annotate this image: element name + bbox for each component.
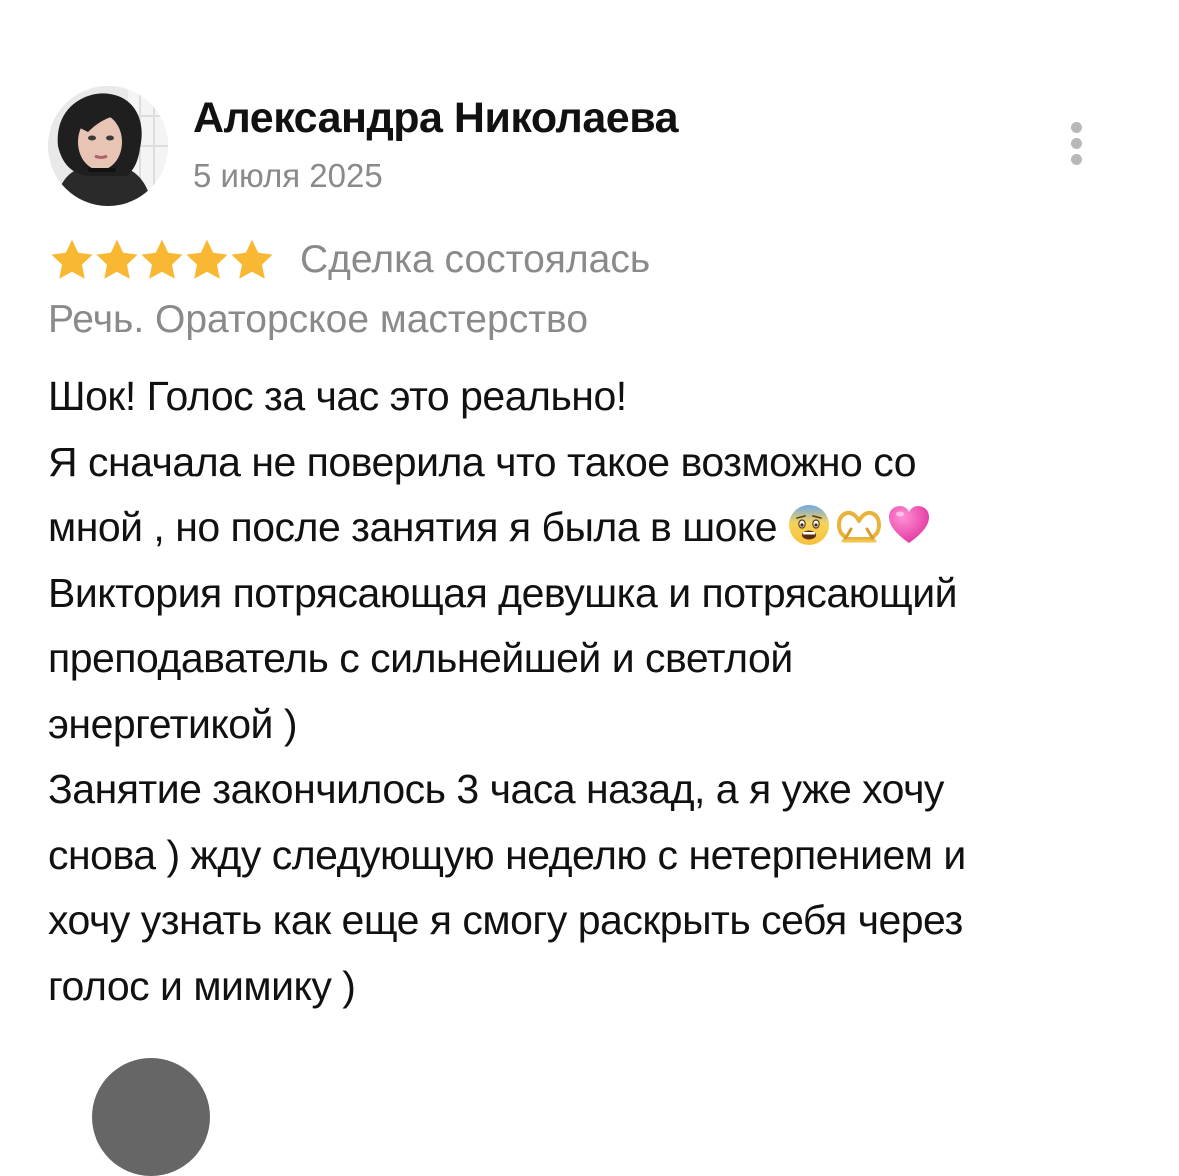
review-text-line: снова ) жду следующую неделю с нетерпени… [48, 831, 966, 878]
review-text-line-with-emoji: мной , но после занятия я была в шоке [48, 495, 1143, 561]
deal-status: Сделка состоялась [300, 238, 651, 281]
star-icon [231, 239, 273, 279]
review-text-line: Занятие закончилось 3 часа назад, а я уж… [48, 766, 944, 812]
star-icon [96, 239, 138, 279]
more-vertical-icon [1071, 122, 1082, 133]
author-name[interactable]: Александра Николаева [193, 94, 678, 143]
fearful-face-emoji-icon [789, 505, 830, 545]
emoji-group [787, 503, 935, 547]
next-review-avatar[interactable] [92, 1058, 210, 1176]
heart-hands-emoji-icon [837, 510, 882, 543]
star-rating [48, 236, 273, 284]
star-icon [186, 239, 228, 279]
review-text-line: голос и мимику ) [48, 962, 356, 1009]
review-text-line: преподаватель с сильнейшей и светлой [48, 635, 793, 681]
review-text-line: Виктория потрясающая девушка и потрясающ… [48, 569, 958, 616]
star-icon [141, 239, 183, 279]
star-icon [51, 239, 93, 279]
more-options-button[interactable] [1058, 116, 1098, 170]
review-text: Шок! Голос за час это реально! Я сначала… [48, 364, 1143, 1019]
user-avatar-photo-icon [48, 86, 168, 206]
review-card: Александра Николаева 5 июля 2025 Сделка … [0, 0, 1179, 1176]
author-avatar[interactable] [48, 86, 168, 206]
review-text-line: Шок! Голос за час это реально! [48, 373, 627, 419]
review-text-line: мной , но после занятия я была в шоке [48, 504, 778, 550]
review-date: 5 июля 2025 [193, 157, 383, 194]
rating-row: Сделка состоялась [48, 234, 650, 286]
review-text-line: Я сначала не поверила что такое возможно… [48, 438, 917, 485]
pink-heart-emoji-icon [889, 506, 930, 543]
review-text-line: энергетикой ) [48, 700, 298, 747]
review-text-line: хочу узнать как еще я смогу раскрыть себ… [48, 897, 963, 943]
service-name: Речь. Ораторское мастерство [48, 298, 589, 341]
